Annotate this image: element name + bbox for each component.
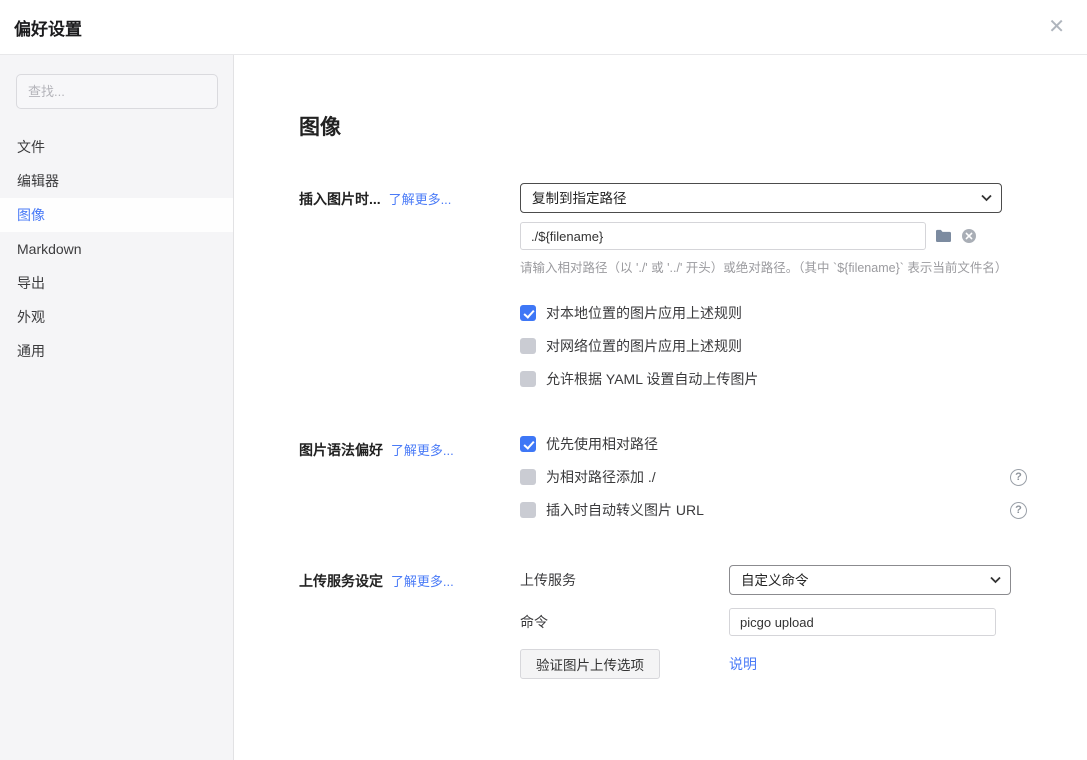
page-title: 图像: [299, 111, 1027, 141]
command-input[interactable]: [729, 608, 996, 636]
copy-path-input[interactable]: [520, 222, 926, 250]
checkbox-box: [520, 436, 536, 452]
settings-panel: 图像 插入图片时... 了解更多... 复制到指定路径: [234, 55, 1087, 760]
uploader-select-wrap: 自定义命令: [729, 565, 1011, 595]
sidebar-item-editor[interactable]: 编辑器: [0, 164, 233, 198]
sidebar: 文件 编辑器 图像 Markdown 导出 外观 通用: [0, 55, 234, 760]
insert-learn-more-link[interactable]: 了解更多...: [389, 192, 452, 207]
sidebar-nav: 文件 编辑器 图像 Markdown 导出 外观 通用: [0, 130, 233, 368]
checkbox-box: [520, 502, 536, 518]
insert-action-select[interactable]: 复制到指定路径: [520, 183, 1002, 213]
checkbox-yaml-auto-upload[interactable]: 允许根据 YAML 设置自动上传图片: [520, 369, 1027, 389]
sidebar-item-image[interactable]: 图像: [0, 198, 233, 232]
sidebar-item-markdown[interactable]: Markdown: [0, 232, 233, 266]
section-upload-service: 上传服务设定 了解更多... 上传服务 自定义命令: [299, 565, 1027, 692]
checkbox-add-dot-slash[interactable]: 为相对路径添加 ./ ?: [520, 467, 1027, 487]
checkbox-prefer-relative-path[interactable]: 优先使用相对路径: [520, 434, 1027, 454]
checkbox-box: [520, 371, 536, 387]
sidebar-item-appearance[interactable]: 外观: [0, 300, 233, 334]
upload-section-title: 上传服务设定: [299, 573, 383, 589]
command-label: 命令: [520, 612, 729, 632]
sidebar-item-general[interactable]: 通用: [0, 334, 233, 368]
preferences-window: 偏好设置 ✕ 文件 编辑器 图像 Markdown 导出 外观 通用 图像 插入…: [0, 0, 1087, 760]
test-uploader-button[interactable]: 验证图片上传选项: [520, 649, 660, 679]
window-title: 偏好设置: [14, 15, 82, 40]
checkbox-apply-local-images[interactable]: 对本地位置的图片应用上述规则: [520, 303, 1027, 323]
close-icon[interactable]: ✕: [1044, 13, 1069, 41]
help-icon[interactable]: ?: [1010, 469, 1027, 486]
clear-path-icon[interactable]: [961, 228, 977, 244]
uploader-label: 上传服务: [520, 570, 729, 590]
checkbox-auto-escape-url[interactable]: 插入时自动转义图片 URL ?: [520, 500, 1027, 520]
checkbox-box: [520, 469, 536, 485]
checkbox-apply-online-images[interactable]: 对网络位置的图片应用上述规则: [520, 336, 1027, 356]
sidebar-item-files[interactable]: 文件: [0, 130, 233, 164]
titlebar: 偏好设置 ✕: [0, 0, 1087, 55]
section-insert-image: 插入图片时... 了解更多... 复制到指定路径: [299, 183, 1027, 402]
syntax-section-title: 图片语法偏好: [299, 442, 383, 458]
uploader-instructions-link[interactable]: 说明: [729, 654, 757, 674]
search-input[interactable]: [16, 74, 218, 109]
section-image-syntax: 图片语法偏好 了解更多... 优先使用相对路径 为相对路径添加 ./ ?: [299, 434, 1027, 533]
checkbox-box: [520, 305, 536, 321]
syntax-learn-more-link[interactable]: 了解更多...: [391, 443, 454, 458]
help-icon[interactable]: ?: [1010, 502, 1027, 519]
insert-action-select-wrap: 复制到指定路径: [520, 183, 1002, 213]
sidebar-item-export[interactable]: 导出: [0, 266, 233, 300]
folder-browse-icon[interactable]: [935, 229, 952, 243]
insert-section-title: 插入图片时...: [299, 191, 381, 207]
path-hint-text: 请输入相对路径（以 './' 或 '../' 开头）或绝对路径。（其中 `${f…: [520, 257, 1027, 276]
upload-learn-more-link[interactable]: 了解更多...: [391, 574, 454, 589]
checkbox-box: [520, 338, 536, 354]
uploader-select[interactable]: 自定义命令: [729, 565, 1011, 595]
